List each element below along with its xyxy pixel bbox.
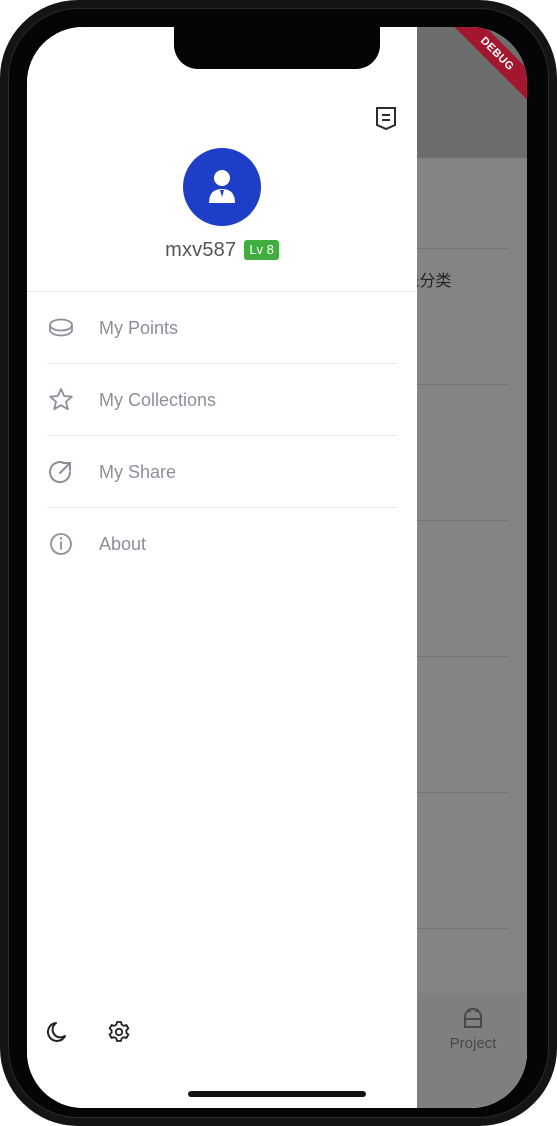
- menu-item-label: My Collections: [99, 389, 217, 410]
- menu-item-my-collections[interactable]: My Collections: [27, 364, 417, 436]
- username: mxv587: [165, 238, 237, 261]
- screen: o/未分类 o Project DEBUG: [27, 27, 527, 1108]
- menu-item-my-share[interactable]: My Share: [27, 436, 417, 508]
- avatar[interactable]: [183, 148, 261, 226]
- settings-icon[interactable]: [106, 1019, 132, 1045]
- user-icon: [207, 169, 237, 205]
- navigation-drawer: mxv587 Lv 8 My Points My Collections My …: [27, 27, 417, 1108]
- user-info: mxv587 Lv 8: [27, 237, 417, 263]
- drawer-bottom-actions: [27, 1019, 417, 1049]
- level-badge: Lv 8: [244, 240, 279, 260]
- share-icon: [48, 459, 74, 485]
- info-icon: [48, 531, 74, 557]
- moon-icon[interactable]: [45, 1019, 71, 1045]
- phone-notch: [174, 27, 380, 69]
- menu-item-label: My Share: [99, 461, 177, 482]
- menu-item-my-points[interactable]: My Points: [27, 292, 417, 364]
- phone-frame: o/未分类 o Project DEBUG: [0, 0, 557, 1126]
- menu-item-label: My Points: [99, 317, 179, 338]
- home-indicator[interactable]: [188, 1091, 366, 1097]
- drawer-menu: My Points My Collections My Share About: [27, 292, 417, 580]
- star-icon: [48, 387, 74, 413]
- coin-icon: [48, 315, 74, 341]
- menu-item-label: About: [99, 533, 147, 554]
- document-icon[interactable]: [373, 105, 399, 131]
- menu-item-about[interactable]: About: [27, 508, 417, 580]
